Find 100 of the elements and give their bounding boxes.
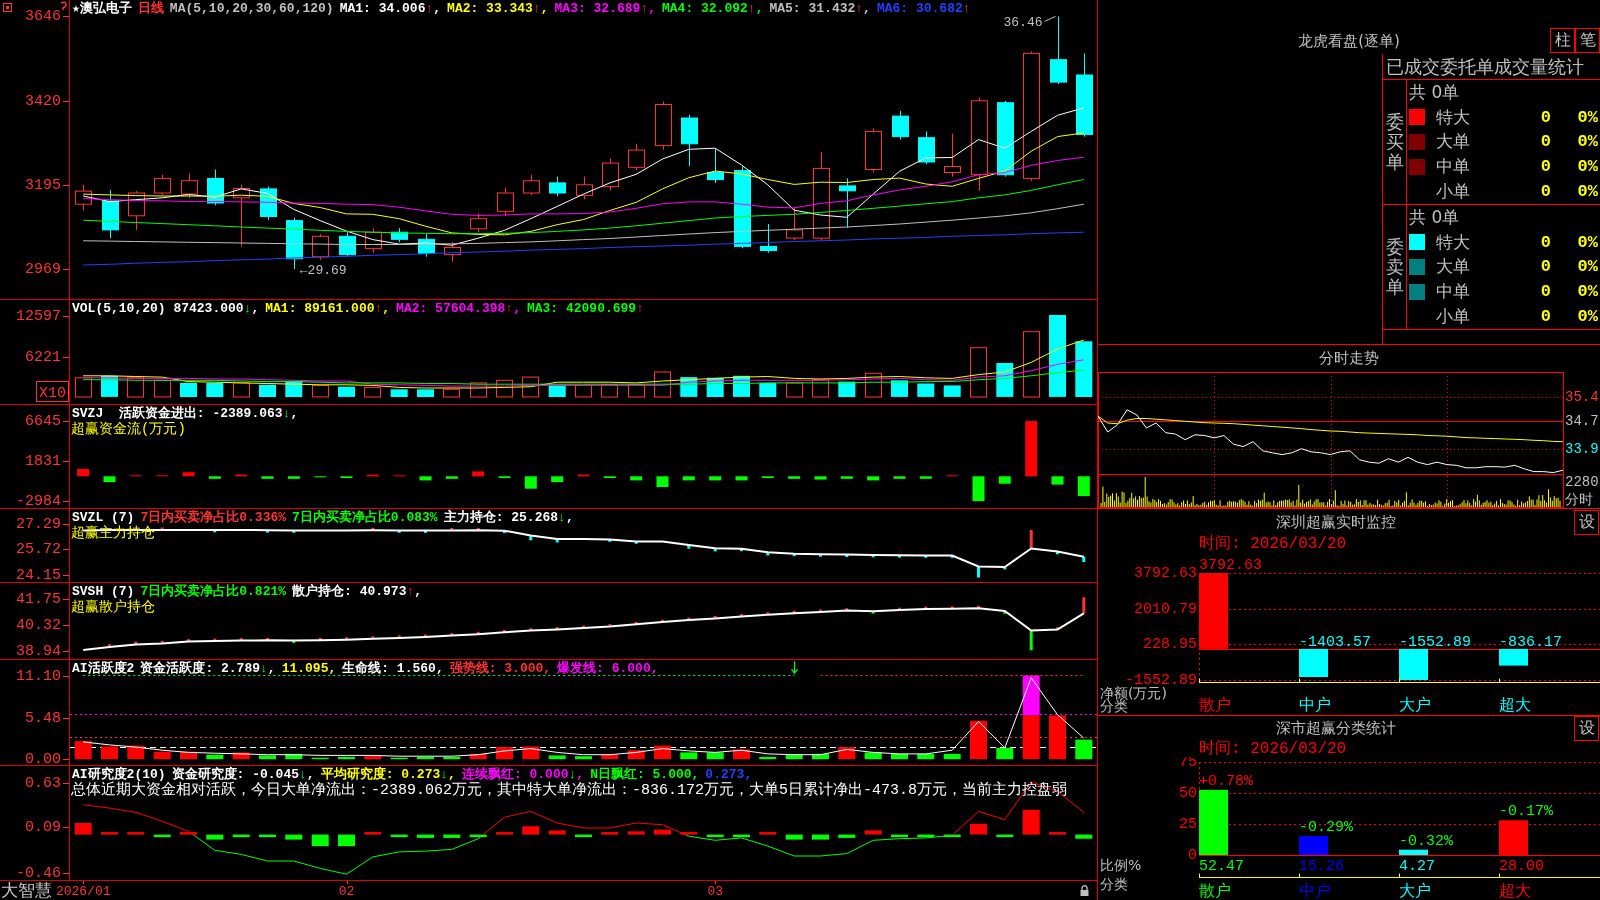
axis-title: 比例% bbox=[1100, 857, 1142, 873]
order-size-label: 小单 bbox=[1435, 305, 1471, 329]
axis-label: 35.4 bbox=[1565, 389, 1599, 405]
order-count: 0 bbox=[1539, 257, 1551, 277]
axis-label: 34.7 bbox=[1565, 413, 1599, 429]
axis-label: 228.95 bbox=[1143, 636, 1197, 653]
legend-text: MA2: 33.343↑, bbox=[447, 1, 549, 16]
axis-label: 2010.79 bbox=[1134, 601, 1197, 618]
legend-text: MA1: 89161.000↑, bbox=[265, 301, 391, 316]
total-count: 共 0单 bbox=[1409, 80, 1460, 104]
axis-label: 5.48 bbox=[25, 710, 61, 727]
value-label: -836.17 bbox=[1499, 633, 1562, 651]
category-label: 超大 bbox=[1499, 695, 1531, 714]
order-size-label: 中单 bbox=[1435, 280, 1471, 304]
order-percent: 0% bbox=[1576, 157, 1599, 177]
legend-text: AI活跃度2 bbox=[72, 661, 135, 676]
price-annotation: 36.46 bbox=[1003, 15, 1043, 31]
legend-text: AI研究度2(10) bbox=[72, 767, 166, 782]
legend-text: MA(5,10,20,30,60,120) bbox=[169, 1, 334, 16]
value-label: 52.47 bbox=[1199, 858, 1244, 875]
category-label: 大户 bbox=[1399, 695, 1431, 714]
axis-label: 3195 bbox=[25, 177, 61, 194]
axis-label: 6221 bbox=[25, 349, 61, 366]
legend-text: SVZJ 活跃资金进出: -2389.063↓, bbox=[72, 406, 299, 421]
legend-text: 7日内买卖净占比0.083% bbox=[292, 510, 438, 525]
order-count: 0 bbox=[1539, 182, 1551, 202]
legend-text: 0.273, bbox=[705, 767, 753, 782]
date-label: 03 bbox=[707, 884, 723, 900]
axis-label: -2984 bbox=[16, 493, 61, 508]
legend-text: 散户持仓: 40.973↑, bbox=[292, 584, 423, 599]
order-count: 0 bbox=[1539, 282, 1551, 302]
category-label: 中户 bbox=[1299, 881, 1331, 900]
axis-label: 25 bbox=[1179, 816, 1197, 833]
order-count: 0 bbox=[1539, 157, 1551, 177]
axis-label: 0.63 bbox=[25, 775, 61, 792]
change-label: -0.17% bbox=[1499, 803, 1553, 821]
axis-label: 1831 bbox=[25, 453, 61, 470]
legend-text: MA2: 57604.398↑, bbox=[396, 301, 521, 316]
category-label: 散户 bbox=[1199, 881, 1231, 900]
axis-label: 0 bbox=[1188, 847, 1197, 864]
category-label: 超大 bbox=[1499, 881, 1531, 900]
value-label: -1552.89 bbox=[1399, 633, 1471, 651]
axis-label: 0.09 bbox=[25, 819, 61, 836]
value-label: 15.26 bbox=[1299, 858, 1344, 875]
axis-label: 11.10 bbox=[16, 668, 61, 685]
legend-text: 日线 bbox=[137, 1, 164, 16]
axis-title: 分类 bbox=[1100, 876, 1128, 892]
value-label: 28.00 bbox=[1499, 858, 1544, 875]
axis-label: 12597 bbox=[16, 308, 61, 325]
value-label: -1403.57 bbox=[1299, 633, 1371, 651]
date-label: 2026/01 bbox=[55, 884, 111, 900]
table-title: 已成交委托单成交量统计 bbox=[1383, 54, 1600, 80]
date-label: 02 bbox=[338, 884, 355, 900]
panel-title: 深市超赢分类统计 bbox=[1275, 718, 1397, 739]
order-size-label: 特大 bbox=[1435, 105, 1471, 129]
price-annotation: ←29.69 bbox=[299, 263, 347, 279]
axis-label: -0.46 bbox=[16, 865, 61, 880]
legend-text: 强势线: 3.000, bbox=[449, 661, 552, 676]
axis-label: 24.15 bbox=[16, 567, 61, 582]
brand-label: 大智慧 bbox=[1, 881, 52, 900]
legend-text: 资金活跃度: 2.789↓, bbox=[140, 661, 276, 676]
order-size-label: 小单 bbox=[1435, 180, 1471, 204]
axis-label: 27.29 bbox=[16, 516, 61, 533]
value-label: 3792.63 bbox=[1199, 557, 1262, 574]
legend-text: N日飘红: 5.000, bbox=[590, 767, 700, 782]
group-label: 委卖单 bbox=[1385, 237, 1404, 297]
legend-text: 11.095, bbox=[281, 661, 337, 676]
order-size-label: 中单 bbox=[1435, 155, 1471, 179]
order-count: 0 bbox=[1539, 107, 1551, 127]
order-size-label: 特大 bbox=[1435, 230, 1471, 254]
legend-text: 主力持仓: 25.268↓, bbox=[443, 510, 574, 525]
legend-text: 资金研究度: -0.045↓, bbox=[171, 767, 315, 782]
order-percent: 0% bbox=[1576, 107, 1599, 127]
axis-label: 2969 bbox=[25, 261, 61, 278]
category-label: 大户 bbox=[1399, 881, 1431, 900]
legend-text: SVZL (7) bbox=[72, 510, 135, 525]
category-label: 中户 bbox=[1299, 695, 1331, 714]
order-percent: 0% bbox=[1576, 282, 1599, 302]
axis-label: 3646 bbox=[25, 8, 61, 25]
period-label: 分时 bbox=[1565, 492, 1593, 508]
order-count: 0 bbox=[1539, 232, 1551, 252]
indicator-caption: 超赢散户持仓 bbox=[71, 599, 155, 615]
axis-label: 33.9 bbox=[1565, 441, 1599, 457]
legend-text: 生命线: 1.560, bbox=[342, 661, 444, 676]
order-percent: 0% bbox=[1576, 257, 1599, 277]
change-label: -0.29% bbox=[1299, 819, 1353, 837]
legend-text: SVSH (7) bbox=[72, 584, 135, 599]
order-percent: 0% bbox=[1576, 232, 1599, 252]
legend-text: 7日内买卖净占比0.821% bbox=[140, 584, 287, 599]
volume-axis-label: 2280 bbox=[1565, 474, 1599, 490]
legend-text: VOL(5,10,20) 87423.000↓, bbox=[72, 301, 260, 316]
time-label: 时间: 2026/03/20 bbox=[1198, 536, 1348, 552]
axis-label: 3792.63 bbox=[1134, 565, 1197, 582]
legend-text: MA1: 34.006↑, bbox=[339, 1, 442, 16]
axis-label: 6645 bbox=[25, 413, 61, 430]
legend-text: 平均研究度: 0.273↓, bbox=[320, 767, 456, 782]
panel-title: 深圳超赢实时监控 bbox=[1275, 512, 1397, 533]
panel-title: 龙虎看盘(逐单) bbox=[1297, 32, 1401, 52]
change-label: +0.78% bbox=[1199, 772, 1253, 790]
unit-label: X10 bbox=[36, 381, 69, 402]
